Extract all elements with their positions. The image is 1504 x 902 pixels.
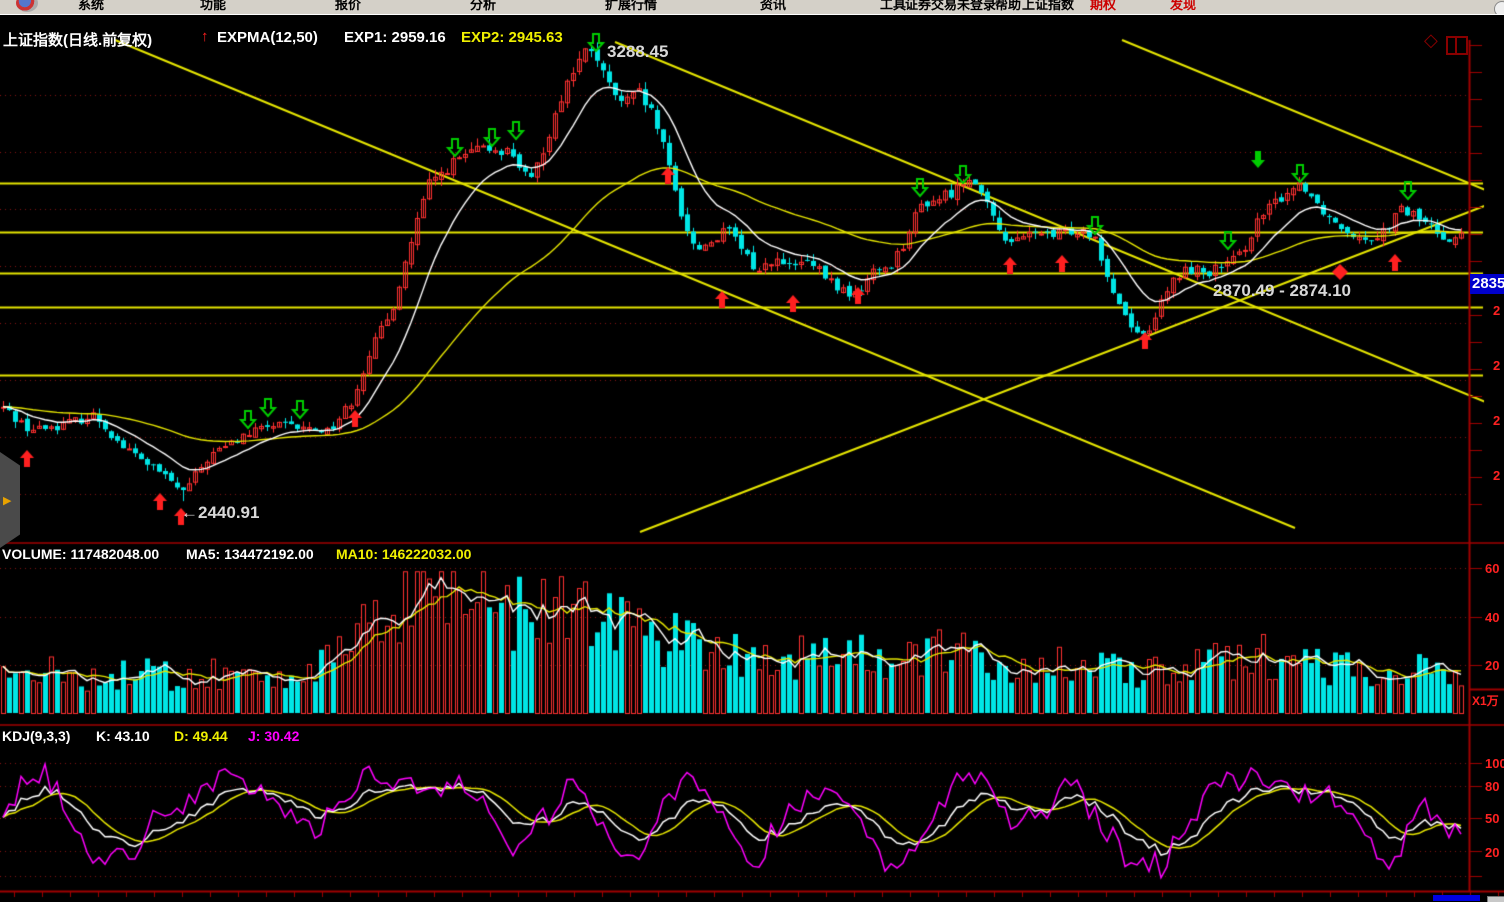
app-window: 系统 功能 报价 分析 扩展行情 资讯 工具 帮助 期权 发现 证券交易未登录 上证指数 上证指数… [0, 0, 1504, 902]
peak-price-annotation: 3288.45 [607, 42, 668, 62]
price-axis-label-4: 2 [1493, 468, 1500, 483]
volume-unit-label: X1万 [1472, 692, 1499, 709]
menu-item-7[interactable]: 工具 [880, 0, 906, 14]
menu-item-5[interactable]: 扩展行情 [605, 0, 657, 14]
chart-canvas[interactable] [0, 0, 1504, 902]
kdj-axis-label-3: 50 [1485, 811, 1499, 826]
exp2-value: EXP2: 2945.63 [461, 29, 563, 46]
kdj-axis-label-4: 20 [1485, 845, 1499, 860]
app-logo-icon [16, 0, 38, 12]
kdj-axis-label-2: 80 [1485, 779, 1499, 794]
volume-axis-label-3: 20 [1485, 658, 1499, 673]
current-index-name[interactable]: 上证指数 [1022, 0, 1074, 14]
volume-axis-label-1: 60 [1485, 561, 1499, 576]
volume-axis-label-2: 40 [1485, 610, 1499, 625]
menu-circle-icon[interactable] [1494, 1, 1504, 15]
diamond-tool-icon[interactable]: ◇ [1424, 30, 1438, 51]
timeline-selection[interactable] [1433, 895, 1480, 901]
volume-value-label: VOLUME: 117482048.00 [2, 546, 159, 562]
menu-bar: 系统 功能 报价 分析 扩展行情 资讯 工具 帮助 期权 发现 证券交易未登录 上证指数 [0, 0, 1504, 15]
buy-signal-arrow-icon: ↑ [201, 28, 209, 45]
volume-ma10-label: MA10: 146222032.00 [336, 546, 471, 562]
chart-title: 上证指数(日线.前复权) [3, 29, 152, 50]
menu-item-4[interactable]: 分析 [470, 0, 496, 14]
split-window-icon[interactable] [1446, 36, 1468, 55]
menu-item-8[interactable]: 帮助 [995, 0, 1021, 14]
resize-corner[interactable] [1487, 896, 1504, 902]
volume-ma5-label: MA5: 134472192.00 [186, 546, 314, 562]
price-axis-label-3: 2 [1493, 413, 1500, 428]
range-annotation: 2870.49 - 2874.10 [1213, 281, 1351, 301]
exp1-value: EXP1: 2959.16 [344, 29, 446, 46]
last-price-badge: 2835 [1470, 274, 1504, 294]
menu-item-3[interactable]: 报价 [335, 0, 361, 14]
kdj-indicator-label[interactable]: KDJ(9,3,3) [2, 728, 70, 744]
menu-item-hot-2[interactable]: 发现 [1170, 0, 1196, 14]
indicator-label[interactable]: EXPMA(12,50) [217, 29, 318, 46]
price-axis-label-2: 2 [1493, 358, 1500, 373]
menu-item-2[interactable]: 功能 [200, 0, 226, 14]
kdj-d-value: D: 49.44 [174, 728, 228, 744]
low-price-annotation: ←2440.91 [181, 503, 259, 523]
menu-item-hot-1[interactable]: 期权 [1090, 0, 1116, 14]
sidebar-expand-tab[interactable]: ▶ [0, 452, 20, 548]
kdj-k-value: K: 43.10 [96, 728, 150, 744]
trading-login-status[interactable]: 证券交易未登录 [905, 0, 996, 14]
kdj-axis-label-1: 100 [1485, 756, 1504, 771]
expand-arrow-icon: ▶ [3, 494, 11, 507]
kdj-j-value: J: 30.42 [248, 728, 299, 744]
menu-item-6[interactable]: 资讯 [760, 0, 786, 14]
price-axis-label-1: 2 [1493, 303, 1500, 318]
menu-item-1[interactable]: 系统 [78, 0, 104, 14]
